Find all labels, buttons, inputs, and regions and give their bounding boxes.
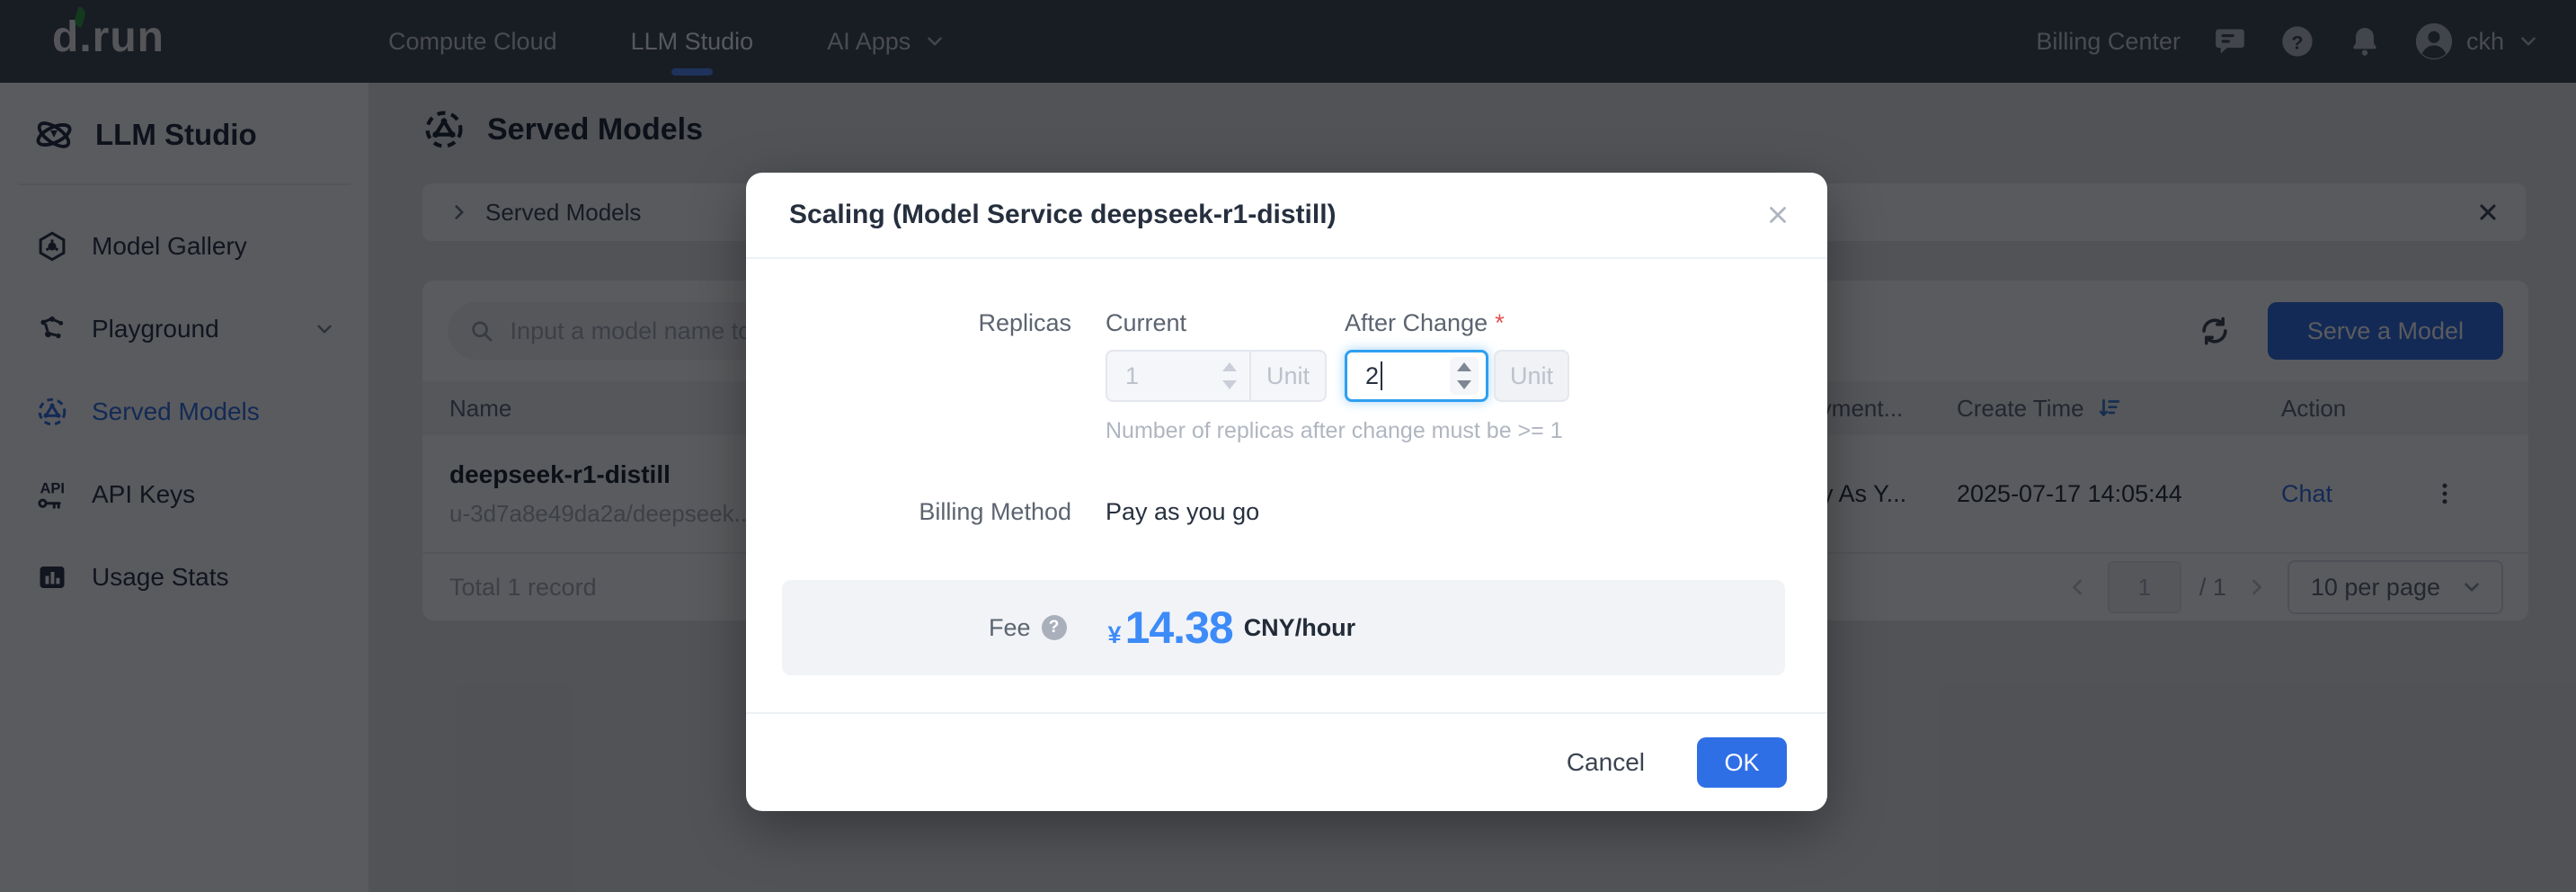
modal-title: Scaling (Model Service deepseek-r1-disti…	[789, 200, 1337, 230]
billing-method-value: Pay as you go	[1106, 498, 1259, 526]
billing-method-row: Billing Method Pay as you go	[746, 498, 1827, 526]
modal-body: Replicas Current After Change * 1	[746, 259, 1827, 675]
current-label: Current	[1106, 309, 1345, 337]
step-down-icon[interactable]	[1457, 380, 1471, 389]
scaling-modal: Scaling (Model Service deepseek-r1-disti…	[746, 173, 1827, 811]
fee-value: ¥ 14.38	[1108, 602, 1233, 654]
currency-symbol: ¥	[1108, 621, 1122, 649]
modal-close-icon[interactable]	[1764, 201, 1791, 228]
after-change-unit-suffix: Unit	[1494, 350, 1569, 402]
ok-button[interactable]: OK	[1697, 737, 1787, 788]
text-caret	[1381, 361, 1382, 390]
after-change-stepper	[1450, 357, 1479, 395]
fee-panel: Fee ? ¥ 14.38 CNY/hour	[782, 580, 1785, 675]
modal-header: Scaling (Model Service deepseek-r1-disti…	[746, 173, 1827, 259]
fee-help-icon[interactable]: ?	[1042, 615, 1067, 640]
current-stepper	[1222, 362, 1249, 389]
fee-unit: CNY/hour	[1244, 614, 1356, 642]
required-marker: *	[1495, 309, 1505, 337]
current-replicas-input: 1	[1107, 362, 1222, 390]
replicas-inputs: 1 Unit 2	[1106, 350, 1569, 402]
step-up-icon[interactable]	[1457, 362, 1471, 371]
step-up-icon	[1222, 362, 1237, 371]
fee-amount: 14.38	[1125, 602, 1233, 654]
current-unit-suffix: Unit	[1249, 352, 1325, 400]
replicas-helper-text: Number of replicas after change must be …	[1106, 418, 1569, 444]
cancel-button[interactable]: Cancel	[1561, 747, 1650, 778]
billing-method-label: Billing Method	[746, 498, 1106, 526]
current-replicas-input-group: 1 Unit	[1106, 350, 1327, 402]
after-change-value: 2	[1347, 361, 1382, 390]
replicas-subheaders: Current After Change *	[1106, 309, 1569, 337]
after-change-label: After Change	[1345, 309, 1488, 337]
replicas-fields: Current After Change * 1 Unit	[1106, 309, 1569, 444]
replicas-row: Replicas Current After Change * 1	[746, 309, 1827, 444]
fee-label: Fee	[989, 614, 1031, 642]
modal-footer: Cancel OK	[746, 712, 1827, 811]
replicas-label: Replicas	[746, 309, 1106, 444]
app-root: d.run Compute Cloud LLM Studio AI Apps B…	[0, 0, 2576, 892]
step-down-icon	[1222, 380, 1237, 389]
after-change-replicas-input[interactable]: 2	[1345, 350, 1488, 402]
